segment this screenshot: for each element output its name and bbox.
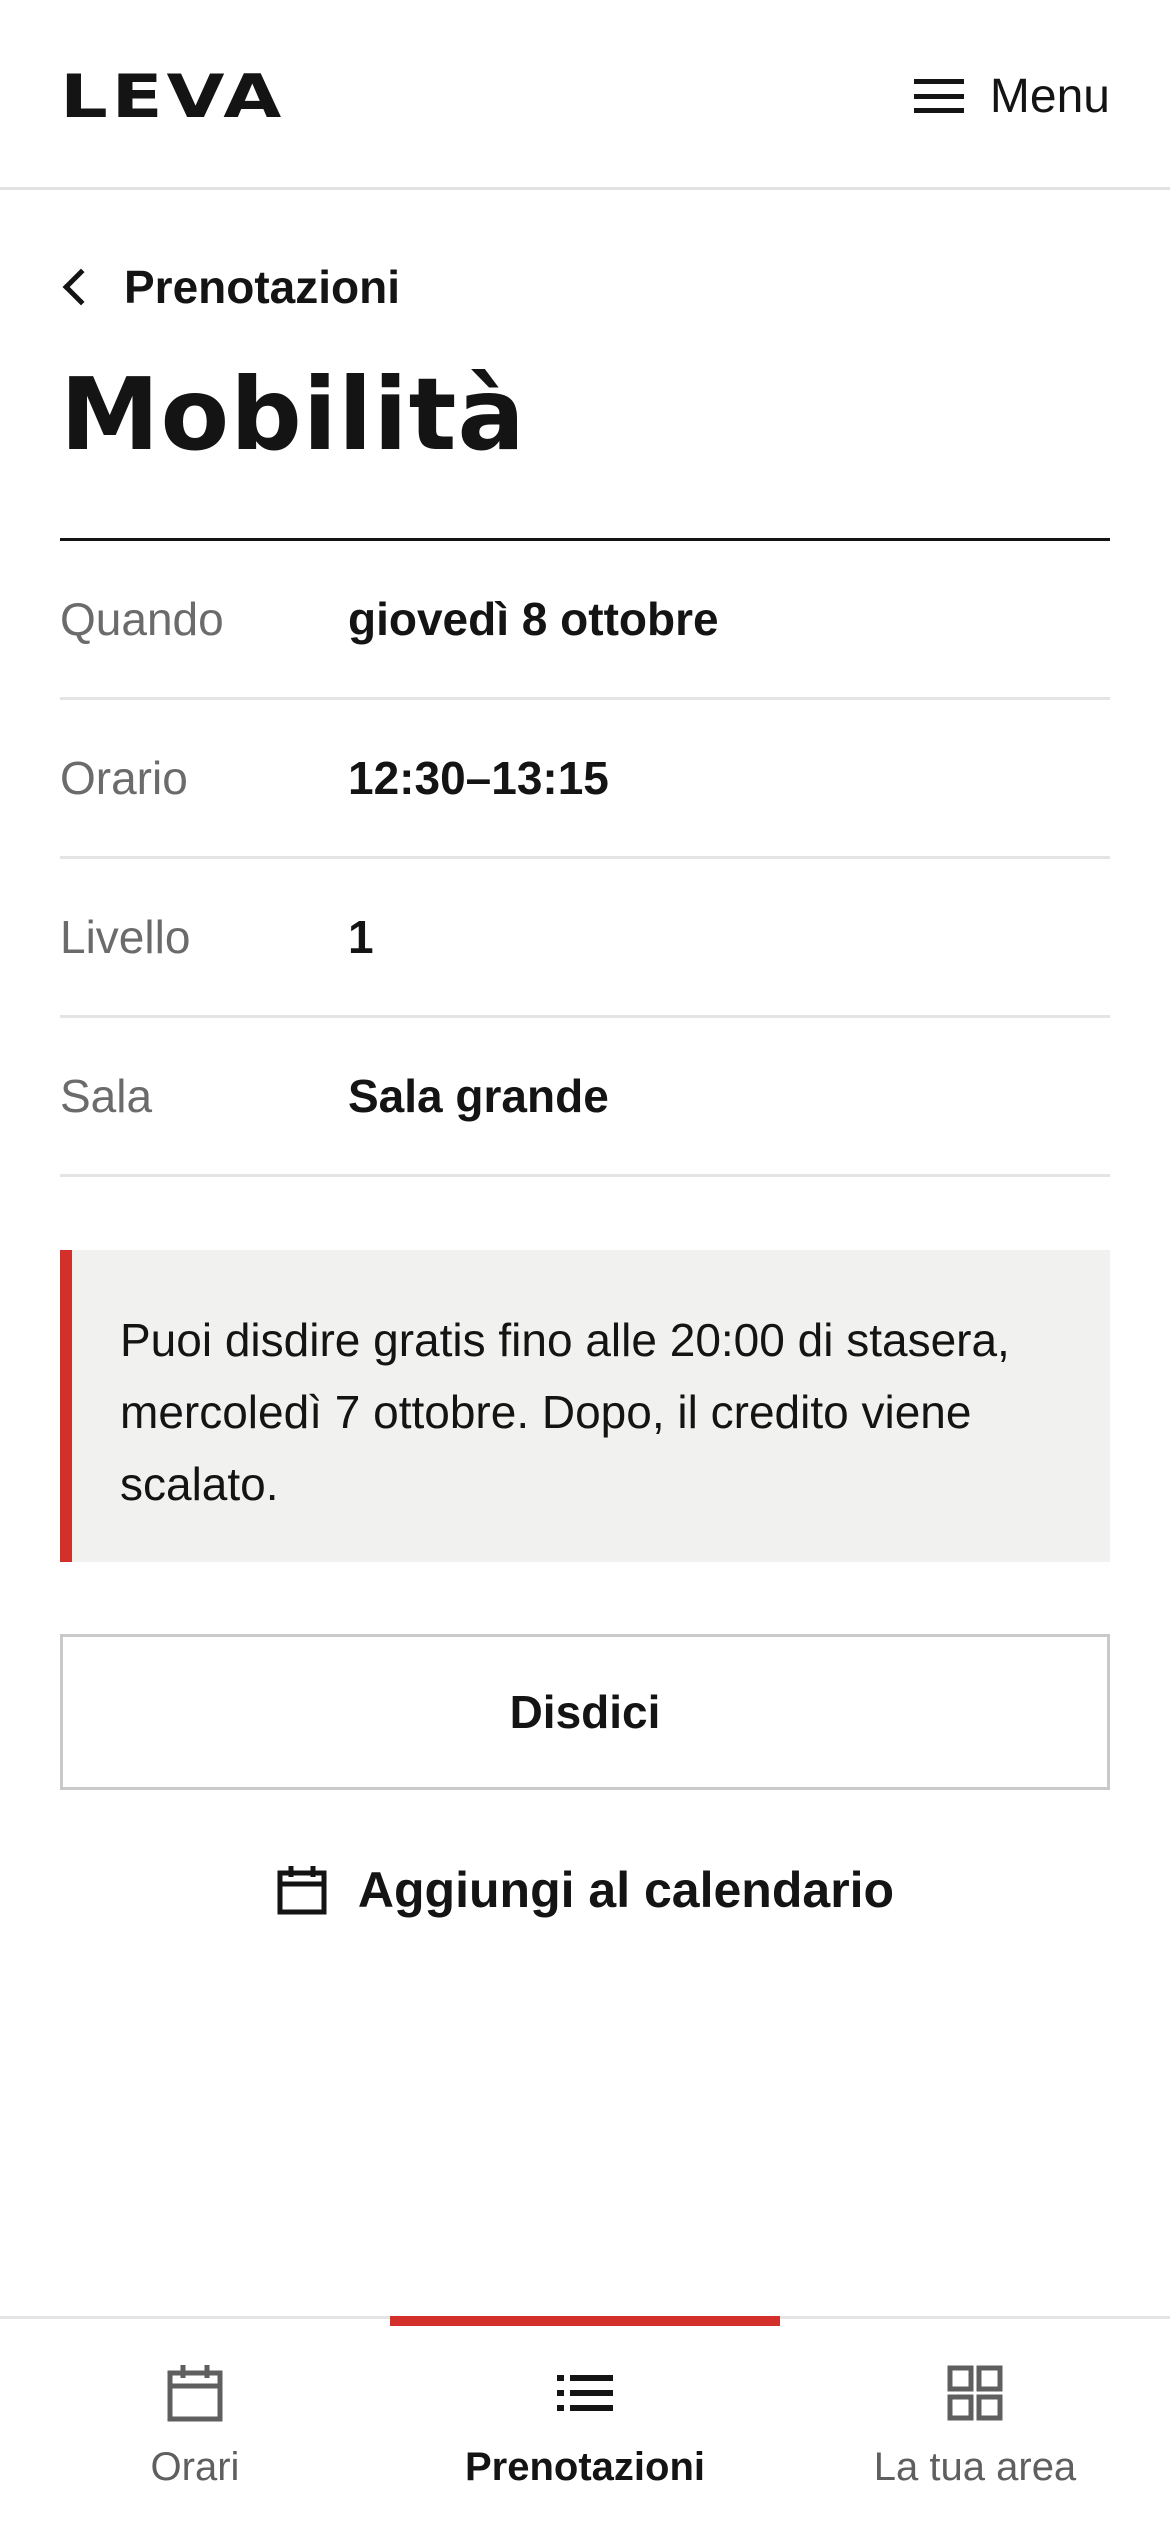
back-link[interactable]: Prenotazioni (60, 255, 400, 319)
detail-label: Livello (60, 911, 191, 963)
nav-label: La tua area (873, 2445, 1077, 2489)
detail-row-orario: Orario 12:30–13:15 (60, 700, 1110, 859)
add-to-calendar-button[interactable]: Aggiungi al calendario (0, 1850, 1170, 1930)
nav-item-prenotazioni[interactable]: Prenotazioni (390, 2316, 780, 2532)
detail-value: 1 (348, 911, 374, 963)
list-icon (557, 2375, 613, 2411)
cancel-booking-button[interactable]: Disdici (60, 1634, 1110, 1790)
calendar-icon (277, 1866, 327, 1915)
chevron-left-icon (62, 268, 100, 306)
leva-logo[interactable]: LEVA (60, 62, 285, 132)
booking-details: Quando giovedì 8 ottobre Orario 12:30–13… (60, 538, 1110, 1177)
notice-text: Puoi disdire gratis fino alle 20:00 di s… (120, 1314, 1010, 1510)
detail-label: Sala (60, 1070, 153, 1122)
detail-row-sala: Sala Sala grande (60, 1018, 1110, 1177)
nav-item-la-tua-area[interactable]: La tua area (780, 2319, 1170, 2532)
detail-label: Quando (60, 593, 224, 645)
cancellation-notice: Puoi disdire gratis fino alle 20:00 di s… (60, 1250, 1110, 1562)
menu-button[interactable]: Menu (913, 58, 1110, 134)
app-header: LEVA Menu (0, 0, 1170, 190)
calendar-icon (167, 2365, 223, 2422)
menu-label: Menu (989, 69, 1110, 123)
detail-row-livello: Livello 1 (60, 859, 1110, 1018)
nav-label: Orari (150, 2445, 240, 2489)
detail-label: Orario (60, 752, 188, 804)
back-label: Prenotazioni (124, 261, 401, 313)
detail-value: giovedì 8 ottobre (348, 593, 719, 645)
page-title: Mobilità (60, 356, 526, 473)
detail-value: Sala grande (348, 1070, 609, 1122)
grid-icon (947, 2365, 1003, 2421)
nav-label: Prenotazioni (464, 2445, 706, 2489)
nav-item-orari[interactable]: Orari (0, 2319, 390, 2532)
detail-row-quando: Quando giovedì 8 ottobre (60, 541, 1110, 700)
detail-value: 12:30–13:15 (348, 752, 609, 804)
add-to-calendar-label: Aggiungi al calendario (357, 1862, 895, 1918)
hamburger-icon (913, 79, 964, 113)
bottom-nav: Orari Prenotazioni La tua area (0, 2316, 1170, 2532)
